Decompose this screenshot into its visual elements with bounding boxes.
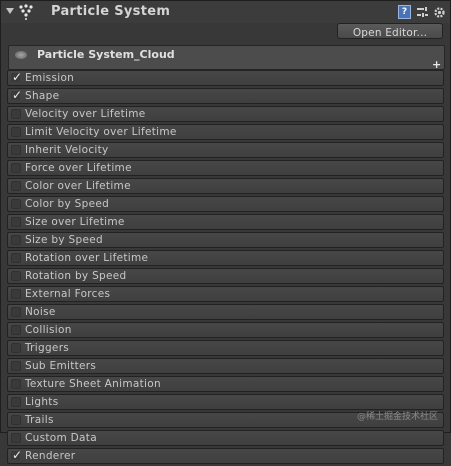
module-label: Sub Emitters (25, 360, 97, 372)
module-label: Emission (25, 72, 75, 84)
module-texture-sheet-animation[interactable]: Texture Sheet Animation (7, 376, 444, 392)
module-checkbox[interactable] (11, 343, 21, 353)
open-editor-button[interactable]: Open Editor... (337, 23, 443, 39)
module-renderer[interactable]: ✓ Renderer (7, 448, 444, 464)
checkmark-icon: ✓ (12, 88, 23, 102)
module-collision[interactable]: Collision (7, 322, 444, 338)
module-checkbox[interactable] (11, 127, 21, 137)
module-color-over-lifetime[interactable]: Color over Lifetime (7, 178, 444, 194)
module-noise[interactable]: Noise (7, 304, 444, 320)
module-label: Texture Sheet Animation (25, 378, 161, 390)
module-label: Size by Speed (25, 234, 103, 246)
particle-system-entry[interactable]: Particle System_Cloud + (8, 45, 445, 71)
module-checkbox[interactable]: ✓ (11, 448, 23, 462)
module-checkbox[interactable] (11, 379, 21, 389)
module-checkbox[interactable] (11, 397, 21, 407)
module-checkbox[interactable] (11, 181, 21, 191)
module-limit-velocity-over-lifetime[interactable]: Limit Velocity over Lifetime (7, 124, 444, 140)
module-checkbox[interactable] (11, 235, 21, 245)
module-lights[interactable]: Lights (7, 394, 444, 410)
module-checkbox[interactable] (11, 289, 21, 299)
module-label: Force over Lifetime (25, 162, 132, 174)
module-shape[interactable]: ✓ Shape (7, 88, 444, 104)
module-velocity-over-lifetime[interactable]: Velocity over Lifetime (7, 106, 444, 122)
module-label: Color over Lifetime (25, 180, 131, 192)
component-header[interactable]: Particle System ? (1, 1, 450, 23)
particle-system-name: Particle System_Cloud (37, 48, 175, 61)
watermark: @稀土掘金技术社区 (357, 412, 439, 422)
module-color-by-speed[interactable]: Color by Speed (7, 196, 444, 212)
module-size-over-lifetime[interactable]: Size over Lifetime (7, 214, 444, 230)
module-label: Rotation over Lifetime (25, 252, 149, 264)
module-label: Custom Data (25, 432, 97, 444)
module-label: Collision (25, 324, 72, 336)
module-checkbox[interactable] (11, 361, 21, 371)
inspector-panel: Particle System ? Open Editor... Particl… (0, 0, 451, 464)
module-checkbox[interactable] (11, 271, 21, 281)
module-checkbox[interactable]: ✓ (11, 88, 23, 102)
module-checkbox[interactable] (11, 145, 21, 155)
help-icon[interactable]: ? (398, 5, 411, 19)
module-checkbox[interactable] (11, 415, 21, 425)
particle-preview-icon (15, 51, 27, 59)
preset-icon[interactable] (416, 6, 429, 19)
module-checkbox[interactable] (11, 253, 21, 263)
module-label: Lights (25, 396, 59, 408)
module-checkbox[interactable] (11, 217, 21, 227)
component-title: Particle System (51, 4, 171, 19)
module-force-over-lifetime[interactable]: Force over Lifetime (7, 160, 444, 176)
module-size-by-speed[interactable]: Size by Speed (7, 232, 444, 248)
module-emission[interactable]: ✓ Emission (7, 70, 444, 86)
checkmark-icon: ✓ (12, 70, 23, 84)
module-checkbox[interactable] (11, 109, 21, 119)
module-label: External Forces (25, 288, 111, 300)
module-triggers[interactable]: Triggers (7, 340, 444, 356)
module-label: Limit Velocity over Lifetime (25, 126, 177, 138)
module-label: Noise (25, 306, 56, 318)
checkmark-icon: ✓ (12, 448, 23, 462)
module-list: ✓ Emission ✓ Shape Velocity over Lifetime Lim… (7, 70, 444, 466)
module-rotation-by-speed[interactable]: Rotation by Speed (7, 268, 444, 284)
module-label: Velocity over Lifetime (25, 108, 146, 120)
foldout-arrow-icon[interactable] (6, 8, 14, 14)
module-label: Rotation by Speed (25, 270, 127, 282)
module-label: Renderer (25, 450, 76, 462)
gear-icon[interactable] (433, 6, 446, 19)
module-label: Trails (25, 414, 54, 426)
module-checkbox[interactable] (11, 433, 21, 443)
module-checkbox[interactable]: ✓ (11, 70, 23, 84)
module-label: Inherit Velocity (25, 144, 109, 156)
module-label: Size over Lifetime (25, 216, 125, 228)
module-checkbox[interactable] (11, 325, 21, 335)
module-label: Color by Speed (25, 198, 110, 210)
module-checkbox[interactable] (11, 307, 21, 317)
module-inherit-velocity[interactable]: Inherit Velocity (7, 142, 444, 158)
module-external-forces[interactable]: External Forces (7, 286, 444, 302)
particle-system-icon (19, 4, 33, 20)
module-checkbox[interactable] (11, 199, 21, 209)
module-custom-data[interactable]: Custom Data (7, 430, 444, 446)
module-label: Triggers (25, 342, 70, 354)
module-rotation-over-lifetime[interactable]: Rotation over Lifetime (7, 250, 444, 266)
module-sub-emitters[interactable]: Sub Emitters (7, 358, 444, 374)
module-label: Shape (25, 90, 60, 102)
module-checkbox[interactable] (11, 163, 21, 173)
